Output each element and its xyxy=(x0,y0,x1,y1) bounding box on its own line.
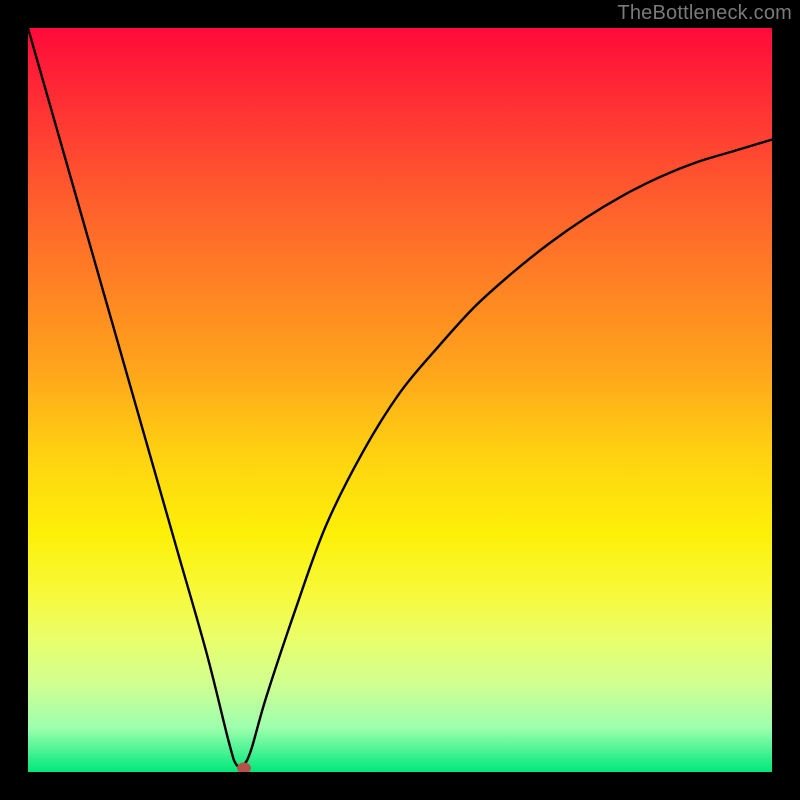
curve-svg xyxy=(28,28,772,772)
minimum-marker xyxy=(237,763,251,772)
plot-area xyxy=(28,28,772,772)
watermark-text: TheBottleneck.com xyxy=(617,2,792,25)
bottleneck-curve-path xyxy=(28,28,772,767)
chart-frame: TheBottleneck.com xyxy=(0,0,800,800)
